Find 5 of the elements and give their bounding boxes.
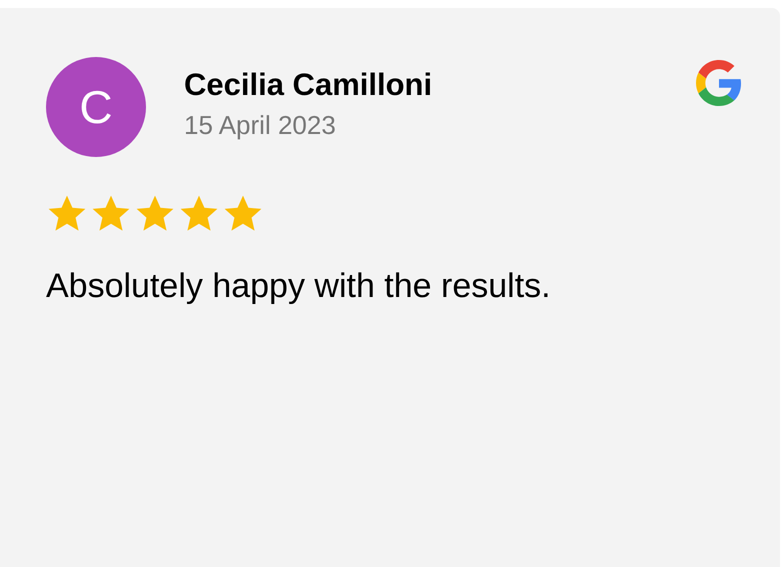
review-date: 15 April 2023 <box>184 109 337 142</box>
avatar: C <box>46 57 146 157</box>
reviewer-name: Cecilia Camilloni <box>184 66 432 104</box>
logo-icon <box>696 60 742 106</box>
review-text: Absolutely happy with the results. <box>46 266 552 307</box>
